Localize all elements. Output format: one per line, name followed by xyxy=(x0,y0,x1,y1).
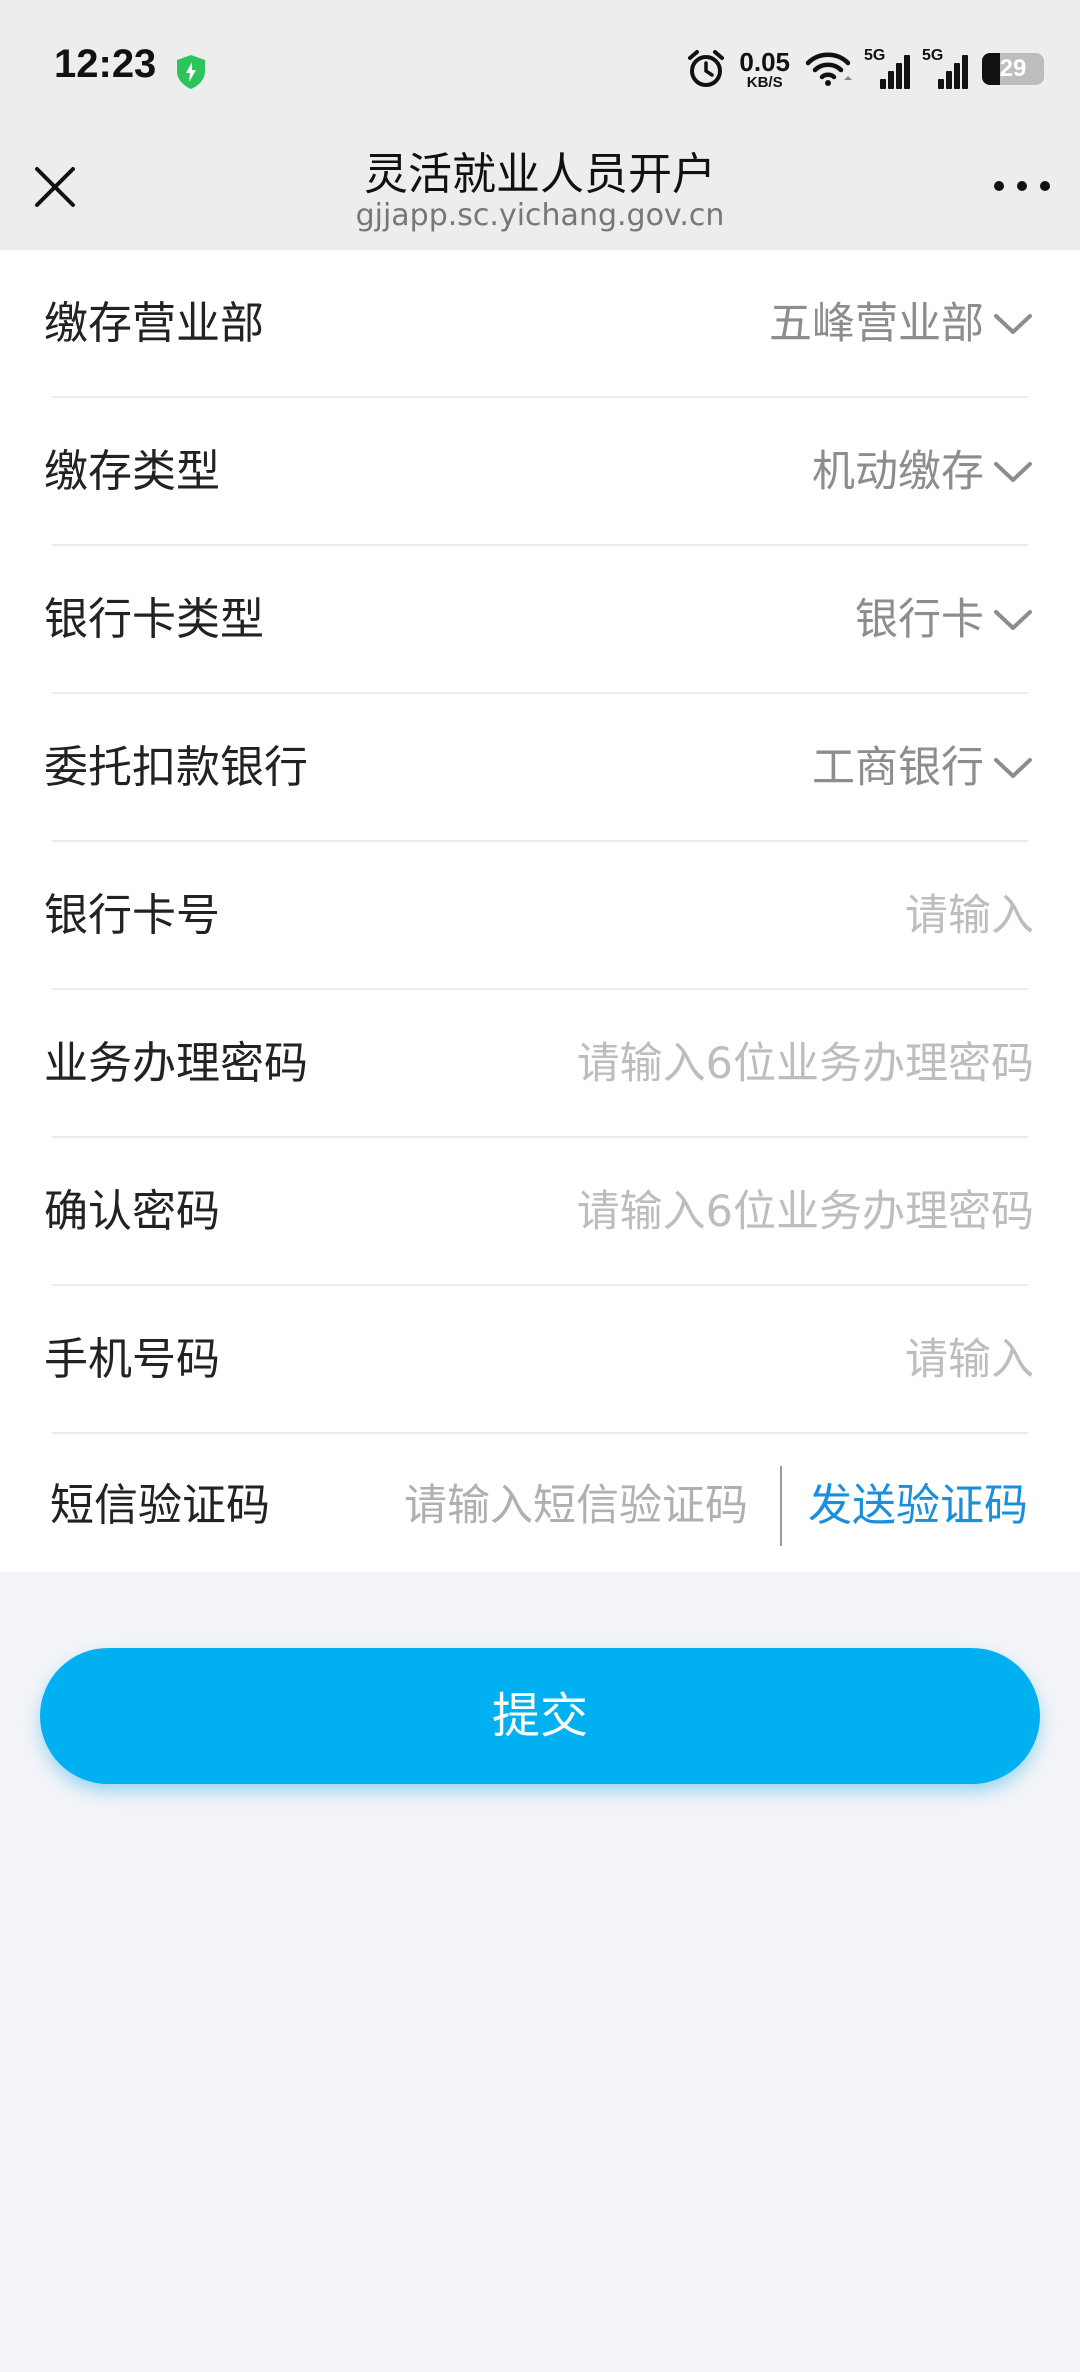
field-confirm-password[interactable]: 确认密码 请输入6位业务办理密码 xyxy=(0,1138,1080,1286)
network-speed: 0.05 KB/S xyxy=(739,49,790,90)
field-label: 确认密码 xyxy=(44,1186,220,1237)
chevron-down-icon[interactable] xyxy=(992,602,1034,638)
phone-input[interactable]: 请输入 xyxy=(905,1286,1034,1434)
sms-code-input[interactable]: 请输入短信验证码 xyxy=(404,1440,748,1572)
security-shield-icon xyxy=(177,55,205,89)
field-label: 缴存类型 xyxy=(44,446,220,497)
battery-level: 29 xyxy=(999,55,1027,82)
field-card-type[interactable]: 银行卡类型 银行卡 xyxy=(0,546,1080,694)
field-label: 委托扣款银行 xyxy=(44,742,308,793)
field-card-number[interactable]: 银行卡号 请输入 xyxy=(0,842,1080,990)
field-label: 银行卡类型 xyxy=(44,594,264,645)
network-speed-value: 0.05 xyxy=(739,46,790,77)
signal-5g-icon-2: 5G xyxy=(922,47,968,89)
page-title: 灵活就业人员开户 xyxy=(364,149,716,200)
select-value[interactable]: 五峰营业部 xyxy=(769,250,984,398)
field-label: 手机号码 xyxy=(44,1334,220,1385)
field-branch[interactable]: 缴存营业部 五峰营业部 xyxy=(0,250,1080,398)
send-code-button[interactable]: 发送验证码 xyxy=(808,1440,1028,1572)
password-input[interactable]: 请输入6位业务办理密码 xyxy=(577,990,1034,1138)
field-phone[interactable]: 手机号码 请输入 xyxy=(0,1286,1080,1434)
status-bar: 12:23 0.05 KB/S 5G 5G 29 xyxy=(0,0,1080,130)
field-label: 业务办理密码 xyxy=(44,1038,308,1089)
signal-5g-icon-1: 5G xyxy=(864,47,910,89)
account-form: 缴存营业部 五峰营业部 缴存类型 机动缴存 银行卡类型 银行卡 委托扣款银行 工… xyxy=(0,250,1080,1572)
confirm-password-input[interactable]: 请输入6位业务办理密码 xyxy=(577,1138,1034,1286)
nav-bar: 灵活就业人员开户 gjjapp.sc.yichang.gov.cn xyxy=(0,130,1080,250)
chevron-down-icon[interactable] xyxy=(992,306,1034,342)
alarm-icon xyxy=(688,50,725,87)
field-label: 短信验证码 xyxy=(50,1480,270,1531)
field-sms-code: 短信验证码 请输入短信验证码 发送验证码 xyxy=(0,1440,1080,1572)
field-deposit-type[interactable]: 缴存类型 机动缴存 xyxy=(0,398,1080,546)
status-time: 12:23 xyxy=(54,42,157,86)
chevron-down-icon[interactable] xyxy=(992,454,1034,490)
select-value[interactable]: 银行卡 xyxy=(855,546,984,694)
field-label: 银行卡号 xyxy=(44,890,220,941)
network-speed-unit: KB/S xyxy=(746,73,783,91)
field-debit-bank[interactable]: 委托扣款银行 工商银行 xyxy=(0,694,1080,842)
status-icons: 0.05 KB/S 5G 5G 29 xyxy=(687,44,1044,94)
field-label: 缴存营业部 xyxy=(44,298,264,349)
chevron-down-icon[interactable] xyxy=(992,750,1034,786)
signal-label-2: 5G xyxy=(922,47,944,64)
page-url: gjjapp.sc.yichang.gov.cn xyxy=(355,198,725,233)
select-value[interactable]: 工商银行 xyxy=(812,694,984,842)
more-menu-icon[interactable] xyxy=(994,176,1050,196)
divider xyxy=(780,1466,782,1546)
card-number-input[interactable]: 请输入 xyxy=(905,842,1034,990)
signal-label-1: 5G xyxy=(864,47,886,64)
field-password[interactable]: 业务办理密码 请输入6位业务办理密码 xyxy=(0,990,1080,1138)
divider xyxy=(52,1432,1028,1434)
battery-icon: 29 xyxy=(982,53,1044,85)
select-value[interactable]: 机动缴存 xyxy=(812,398,984,546)
wifi-icon xyxy=(805,52,852,86)
submit-button[interactable]: 提交 xyxy=(40,1648,1040,1784)
